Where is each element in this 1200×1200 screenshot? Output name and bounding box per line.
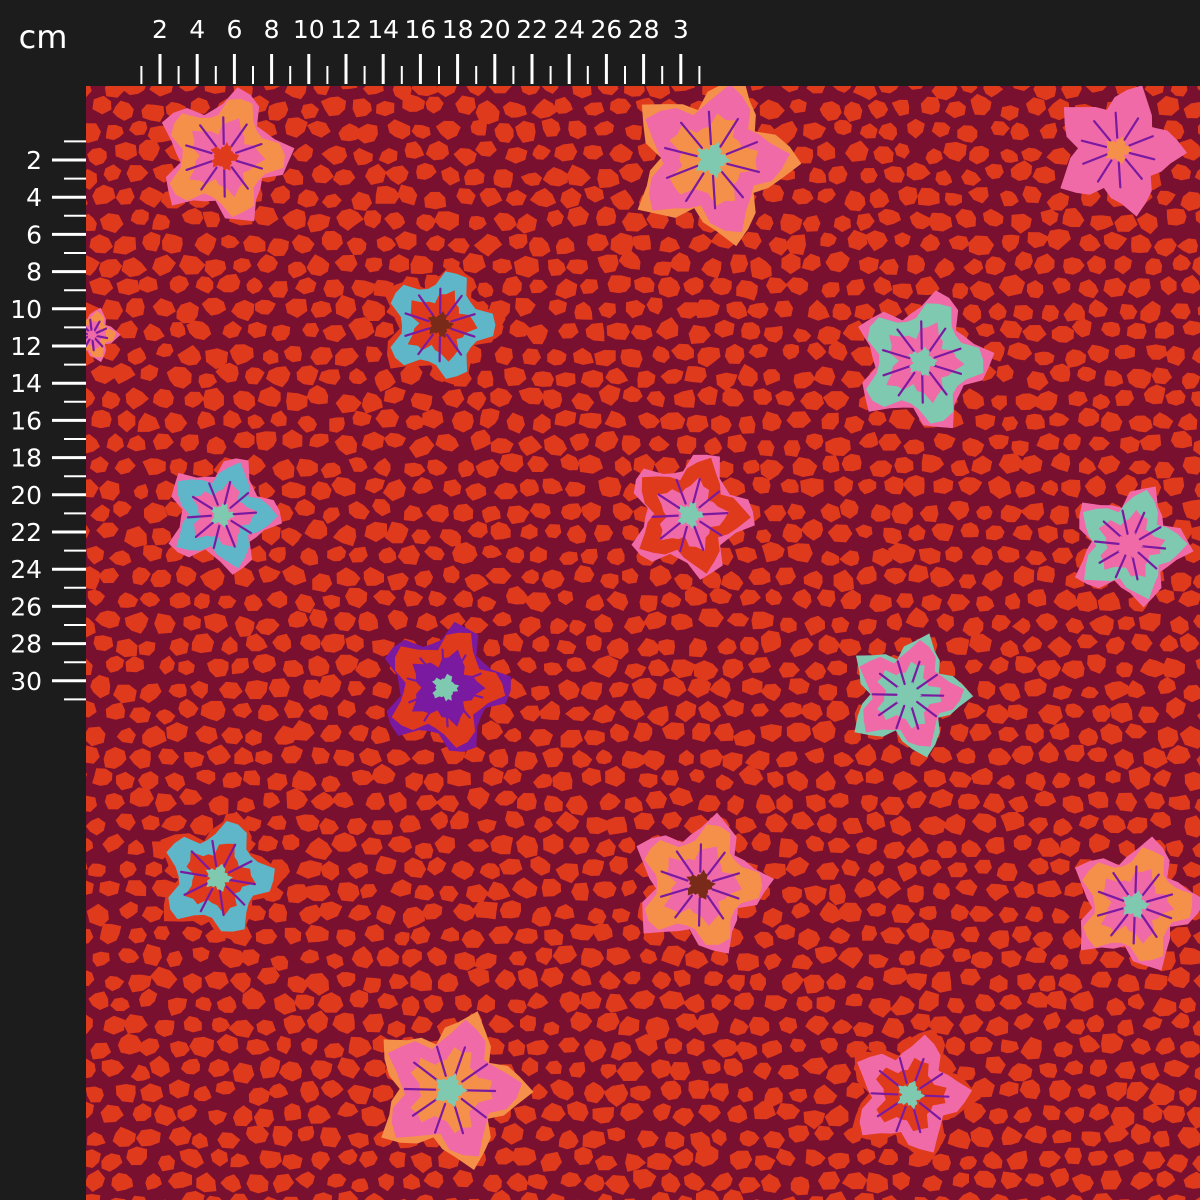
top-ruler-label: 22 bbox=[516, 15, 548, 44]
top-ruler-label: 12 bbox=[330, 15, 362, 44]
left-ruler-label: 12 bbox=[10, 332, 42, 361]
top-ruler-label: 10 bbox=[293, 15, 325, 44]
top-ruler-label: 16 bbox=[404, 15, 436, 44]
left-ruler-label: 4 bbox=[26, 183, 42, 212]
top-ruler-label: 2 bbox=[152, 15, 168, 44]
left-ruler-label: 28 bbox=[10, 630, 42, 659]
left-ruler-label: 2 bbox=[26, 146, 42, 175]
left-ruler-label: 6 bbox=[26, 220, 42, 249]
left-ruler-label: 18 bbox=[10, 444, 42, 473]
fabric-print-image bbox=[86, 86, 1200, 1200]
ruler-corner: cm bbox=[0, 0, 86, 86]
top-ruler-label: 24 bbox=[553, 15, 585, 44]
top-ruler-label: 4 bbox=[189, 15, 205, 44]
top-ruler: 2 4 6 8 10 12 14 16 18 20 22 24 26 28 3 bbox=[0, 0, 1200, 86]
left-ruler-label: 30 bbox=[10, 667, 42, 696]
top-ruler-label: 18 bbox=[442, 15, 474, 44]
top-ruler-label: 3 bbox=[673, 15, 689, 44]
top-ruler-label: 6 bbox=[226, 15, 242, 44]
left-ruler-label: 14 bbox=[10, 369, 42, 398]
fabric-swatch-viewer: 2 4 6 8 10 12 14 16 18 20 22 24 26 28 3 2 4 6 8 10 12 14 16 18… bbox=[0, 0, 1200, 1200]
left-ruler-label: 20 bbox=[10, 481, 42, 510]
top-ruler-label: 20 bbox=[479, 15, 511, 44]
left-ruler-label: 22 bbox=[10, 518, 42, 547]
unit-label: cm bbox=[18, 18, 68, 56]
top-ruler-label: 14 bbox=[367, 15, 399, 44]
left-ruler-label: 8 bbox=[26, 258, 42, 287]
top-ruler-label: 28 bbox=[628, 15, 660, 44]
left-ruler-label: 16 bbox=[10, 406, 42, 435]
left-ruler-label: 24 bbox=[10, 555, 42, 584]
top-ruler-label: 26 bbox=[590, 15, 622, 44]
left-ruler: 2 4 6 8 10 12 14 16 18 20 22 24 26 28 30 bbox=[0, 0, 86, 1200]
top-ruler-label: 8 bbox=[264, 15, 280, 44]
left-ruler-label: 26 bbox=[10, 592, 42, 621]
left-ruler-label: 10 bbox=[10, 295, 42, 324]
